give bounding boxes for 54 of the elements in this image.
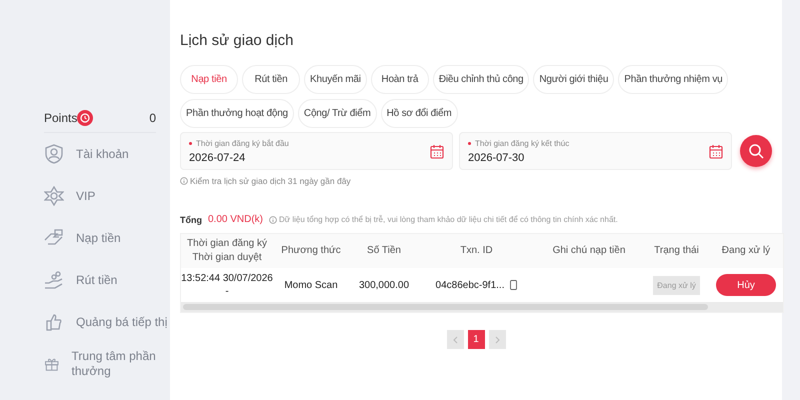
required-dot-icon xyxy=(468,142,471,144)
filter-tab[interactable]: Nạp tiền xyxy=(180,65,238,94)
calendar-icon xyxy=(430,144,444,158)
column-header: Trạng thái xyxy=(653,244,700,258)
star-badge-icon xyxy=(44,186,64,206)
points-value: 0 xyxy=(149,111,156,125)
field-label: Thời gian đăng ký kết thúc xyxy=(475,138,570,148)
filter-tab[interactable]: Điều chỉnh thủ công xyxy=(432,65,530,94)
chevron-left-icon xyxy=(452,336,458,344)
column-header: Phương thức xyxy=(280,244,342,258)
date-value: 2026-07-24 xyxy=(189,152,246,164)
filter-tab[interactable]: Hoàn trả xyxy=(370,65,429,94)
total-note: Dữ liệu tổng hợp có thể bị trễ, vui lòng tham khảo dữ liệu chi tiết để có thông tin chính xác nhất. xyxy=(279,215,618,224)
date-value: 2026-07-30 xyxy=(468,152,526,164)
total-value: 0.00 VND(k) xyxy=(208,214,264,225)
page-button[interactable]: 1 xyxy=(468,330,484,349)
clock-badge-icon[interactable] xyxy=(77,110,94,126)
table-cell: 13:52:44 30/07/2026 - xyxy=(181,272,273,298)
cancel-button[interactable]: Hủy xyxy=(716,274,776,296)
info-icon xyxy=(180,177,188,185)
hand-coins-icon xyxy=(44,270,64,290)
filter-tab[interactable]: Khuyến mãi xyxy=(304,65,367,94)
filter-tab[interactable]: Cộng/ Trừ điểm xyxy=(298,99,377,128)
total-label: Tổng xyxy=(180,214,202,224)
horizontal-scrollbar[interactable] xyxy=(181,302,783,312)
thumbs-up-icon xyxy=(44,312,64,332)
filter-tab[interactable]: Phần thưởng hoạt động xyxy=(180,99,294,128)
status-label: Đang xử lý xyxy=(653,276,700,294)
column-header: Txn. ID xyxy=(459,244,494,258)
search-button[interactable] xyxy=(740,135,772,167)
calendar-icon xyxy=(709,144,723,158)
date-field[interactable]: Thời gian đăng ký kết thúc 2026-07-30 xyxy=(459,132,732,170)
filter-tab[interactable]: Phần thưởng nhiệm vụ xyxy=(618,65,728,94)
date-field[interactable]: Thời gian đăng ký bắt đầu 2026-07-24 xyxy=(180,132,453,170)
table-cell-text: 300,000.00 xyxy=(358,278,410,292)
copy-icon[interactable] xyxy=(510,280,518,290)
column-header: Ghi chú nạp tiền xyxy=(552,244,626,258)
column-header: Số Tiền xyxy=(366,244,402,258)
page-title: Lịch sử giao dịch xyxy=(180,32,294,49)
required-dot-icon xyxy=(189,142,192,144)
column-header: Thời gian đăng ký Thời gian duyệt xyxy=(186,237,268,265)
chevron-right-icon xyxy=(494,336,500,344)
table-cell-text: Momo Scan xyxy=(283,278,339,292)
search-icon xyxy=(748,143,764,159)
column-header: Đang xử lý xyxy=(720,244,772,258)
shield-user-icon xyxy=(44,144,64,164)
table-cell: 04c86ebc-9f1... xyxy=(436,278,504,292)
filter-tab[interactable]: Hồ sơ đổi điểm xyxy=(380,99,458,128)
hint-text: Kiểm tra lịch sử giao dịch 31 ngày gần đây xyxy=(190,176,351,186)
field-label: Thời gian đăng ký bắt đầu xyxy=(196,138,289,148)
filter-tab[interactable]: Người giới thiệu xyxy=(533,65,614,94)
points-label: Points xyxy=(44,111,78,125)
info-icon xyxy=(269,216,278,224)
filter-tab[interactable]: Rút tiền xyxy=(242,65,300,94)
